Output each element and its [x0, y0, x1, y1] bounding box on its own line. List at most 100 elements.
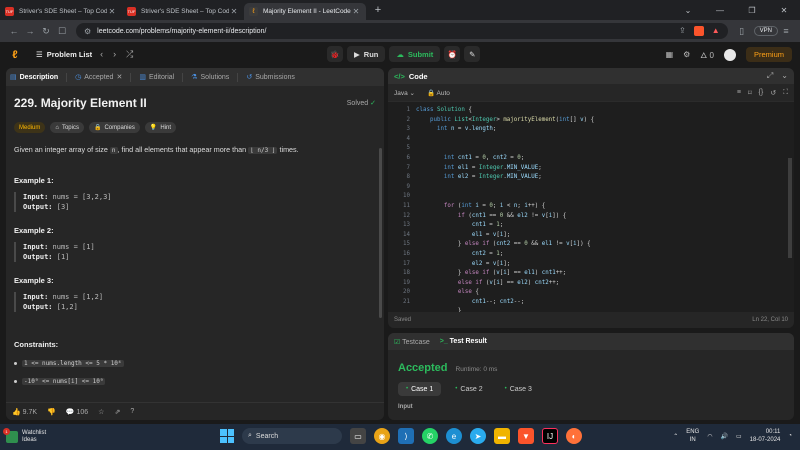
- firefox-icon[interactable]: ◐: [566, 428, 582, 444]
- minimize-button[interactable]: —: [704, 6, 736, 15]
- case-tab[interactable]: • Case 3: [497, 382, 540, 396]
- language-select[interactable]: Java ⌄: [394, 89, 415, 97]
- tab-solutions[interactable]: ⚗ Solutions: [191, 73, 229, 82]
- tab-editorial[interactable]: ▥ Editorial: [139, 73, 174, 82]
- tab-search-icon[interactable]: ⌄: [672, 6, 704, 15]
- page-title[interactable]: 229. Majority Element II: [14, 96, 147, 110]
- intellij-icon[interactable]: IJ: [542, 428, 558, 444]
- browser-tab-active[interactable]: ℓ Majority Element II - LeetCode ✕: [244, 3, 366, 20]
- collapse-icon[interactable]: ⌄: [781, 71, 788, 81]
- brave-rewards-icon[interactable]: ▲: [712, 26, 720, 36]
- language-indicator[interactable]: ENG IN: [686, 428, 699, 444]
- case-tab[interactable]: • Case 1: [398, 382, 442, 396]
- comments-button[interactable]: 💬 106: [66, 408, 88, 416]
- edge-icon[interactable]: e: [446, 428, 462, 444]
- url-input[interactable]: ⚙ leetcode.com/problems/majority-element…: [76, 23, 728, 39]
- widgets-button[interactable]: 1 Watchlist Ideas: [3, 428, 46, 444]
- tab-test-result[interactable]: >_ Test Result: [440, 338, 487, 345]
- close-window-button[interactable]: ✕: [768, 6, 800, 15]
- browser-tab[interactable]: TUF Striver's SDE Sheet – Top Coding Int…: [0, 3, 122, 20]
- like-button[interactable]: 👍 9.7K: [12, 408, 37, 416]
- streak-counter[interactable]: 🜂 0: [700, 46, 714, 63]
- site-info-icon[interactable]: ⚙: [84, 27, 91, 36]
- wifi-icon[interactable]: ◠: [707, 433, 712, 440]
- shuffle-icon[interactable]: ⤮: [126, 49, 133, 60]
- notifications-icon[interactable]: ◔: [788, 433, 792, 439]
- windows-start-icon[interactable]: [220, 429, 234, 443]
- companies-chip[interactable]: 🔒 Companies: [88, 122, 140, 133]
- autocomplete-toggle[interactable]: 🔒 Auto: [427, 89, 450, 97]
- prev-problem-icon[interactable]: ‹: [100, 49, 103, 60]
- chevron-up-icon[interactable]: ⌃: [673, 433, 678, 440]
- close-icon[interactable]: ✕: [229, 7, 239, 16]
- next-problem-icon[interactable]: ›: [113, 49, 116, 60]
- tab-description[interactable]: ▤ Description: [10, 73, 58, 82]
- vpn-button[interactable]: VPN: [753, 26, 778, 36]
- system-tray: ⌃ ENG IN ◠ 🔊 ▭ 00:11 18-07-2024 ◔: [673, 428, 792, 444]
- whatsapp-icon[interactable]: ✆: [422, 428, 438, 444]
- submit-button[interactable]: ☁ Submit: [389, 46, 441, 62]
- desc-text: Given an integer array of size: [14, 145, 108, 154]
- reload-icon[interactable]: ↻: [38, 26, 54, 37]
- topics-chip[interactable]: ⌂ Topics: [50, 122, 84, 133]
- timer-icon[interactable]: ⏰: [444, 46, 461, 62]
- tab-testcase[interactable]: ☑ Testcase: [394, 338, 430, 346]
- battery-icon[interactable]: ▭: [736, 433, 742, 440]
- vscode-icon[interactable]: ⟩: [398, 428, 414, 444]
- browser-tab[interactable]: TUF Striver's SDE Sheet – Top Coding Int…: [122, 3, 244, 20]
- settings-icon[interactable]: ⚙: [683, 50, 690, 59]
- share-icon[interactable]: ⇗: [114, 408, 120, 416]
- result-tabs: ☑ Testcase >_ Test Result: [388, 333, 794, 350]
- tab-submissions[interactable]: ↺ Submissions: [246, 73, 295, 82]
- leetcode-logo-icon[interactable]: ℓ: [8, 48, 22, 62]
- star-icon[interactable]: ☆: [98, 408, 104, 416]
- close-icon[interactable]: ✕: [107, 7, 117, 16]
- clock[interactable]: 00:11 18-07-2024: [750, 428, 781, 444]
- stock-widget-icon: 1: [3, 428, 18, 443]
- brave-shield-icon[interactable]: [693, 26, 704, 36]
- file-explorer-icon[interactable]: ▭: [350, 428, 366, 444]
- case-tab[interactable]: • Case 2: [447, 382, 490, 396]
- help-icon[interactable]: ?: [130, 408, 134, 415]
- bookmark-icon[interactable]: ☐: [54, 26, 70, 37]
- problem-list-label: Problem List: [46, 50, 93, 59]
- close-icon[interactable]: ✕: [351, 7, 361, 16]
- layout-icon[interactable]: ▦: [666, 50, 674, 59]
- reset-icon[interactable]: ↺: [770, 89, 776, 97]
- premium-button[interactable]: Premium: [745, 47, 792, 62]
- sidebar-icon[interactable]: ▯: [734, 26, 750, 37]
- forward-icon[interactable]: →: [22, 26, 38, 36]
- new-tab-button[interactable]: +: [370, 4, 386, 16]
- scrollbar[interactable]: [788, 158, 792, 258]
- maximize-icon[interactable]: ⤢: [767, 71, 773, 81]
- output-label: Output:: [23, 303, 53, 311]
- chrome-icon[interactable]: ◉: [374, 428, 390, 444]
- problem-list-button[interactable]: ☰ Problem List: [36, 50, 92, 59]
- example-box: Input: nums = [3,2,3] Output: [3]: [14, 192, 376, 212]
- close-icon[interactable]: ✕: [116, 73, 122, 81]
- bookmark-icon[interactable]: ⌑: [748, 89, 752, 97]
- dislike-button[interactable]: 👎: [47, 408, 56, 416]
- share-icon[interactable]: ⇪: [679, 26, 686, 36]
- format-icon[interactable]: ≡: [737, 89, 741, 97]
- code-editor[interactable]: 1 2 3 4 5 6 7 8 9 10 11 12 13 14 15 16 17 18 19 20 21 class …: [388, 106, 794, 314]
- avatar[interactable]: [723, 48, 736, 61]
- telegram-icon[interactable]: ➤: [470, 428, 486, 444]
- fullscreen-icon[interactable]: ⛶: [783, 89, 788, 97]
- notes-icon[interactable]: ✎: [464, 46, 481, 62]
- brave-icon[interactable]: ▼: [518, 428, 534, 444]
- back-icon[interactable]: ←: [6, 26, 22, 36]
- volume-icon[interactable]: 🔊: [721, 433, 728, 440]
- maximize-button[interactable]: ❐: [736, 6, 768, 15]
- menu-icon[interactable]: ≡: [778, 26, 794, 36]
- tab-title: Majority Element II - LeetCode: [263, 8, 351, 15]
- folder-icon[interactable]: ▬: [494, 428, 510, 444]
- input-label: Input:: [23, 293, 49, 301]
- braces-icon[interactable]: {}: [759, 89, 764, 97]
- hint-chip[interactable]: 💡 Hint: [144, 122, 176, 133]
- tab-accepted[interactable]: ◷ Accepted ✕: [75, 73, 122, 82]
- debug-icon[interactable]: 🐞: [327, 46, 343, 62]
- search-input[interactable]: ⌕ Search: [242, 428, 342, 444]
- run-button[interactable]: ▶ Run: [347, 46, 386, 62]
- scrollbar[interactable]: [379, 148, 382, 318]
